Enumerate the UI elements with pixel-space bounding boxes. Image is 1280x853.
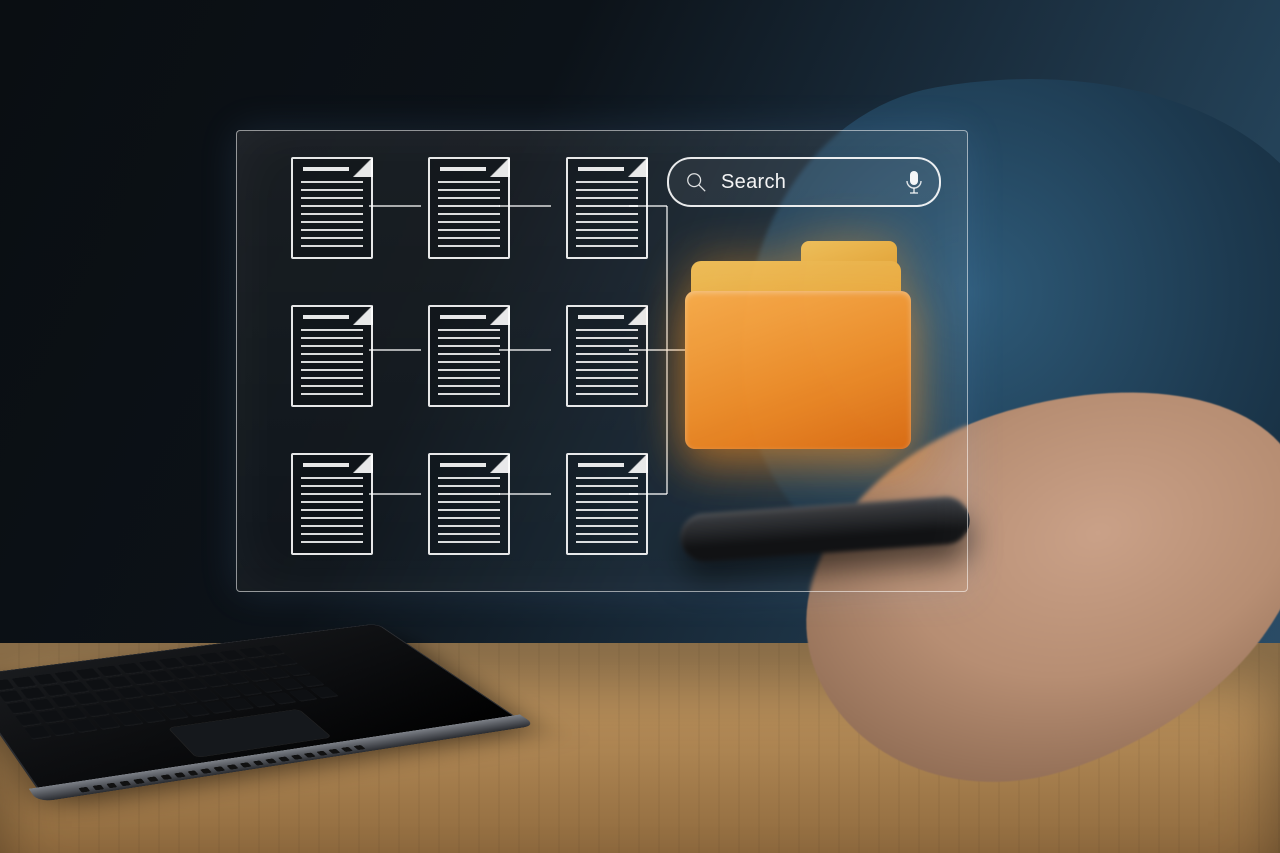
document-icon[interactable] bbox=[291, 453, 373, 555]
document-icon[interactable] bbox=[566, 453, 648, 555]
document-icon[interactable] bbox=[428, 453, 510, 555]
document-icon[interactable] bbox=[291, 157, 373, 259]
document-icon[interactable] bbox=[428, 157, 510, 259]
document-icon[interactable] bbox=[566, 305, 648, 407]
document-icon[interactable] bbox=[566, 157, 648, 259]
scene: Search bbox=[0, 0, 1280, 853]
folder-icon[interactable] bbox=[685, 261, 921, 451]
document-icon[interactable] bbox=[428, 305, 510, 407]
search-bar[interactable]: Search bbox=[667, 157, 941, 207]
search-icon bbox=[685, 171, 707, 193]
search-placeholder: Search bbox=[721, 171, 891, 194]
microphone-icon[interactable] bbox=[905, 170, 923, 194]
document-icon[interactable] bbox=[291, 305, 373, 407]
holographic-panel: Search bbox=[236, 130, 968, 592]
document-grid bbox=[291, 157, 651, 555]
